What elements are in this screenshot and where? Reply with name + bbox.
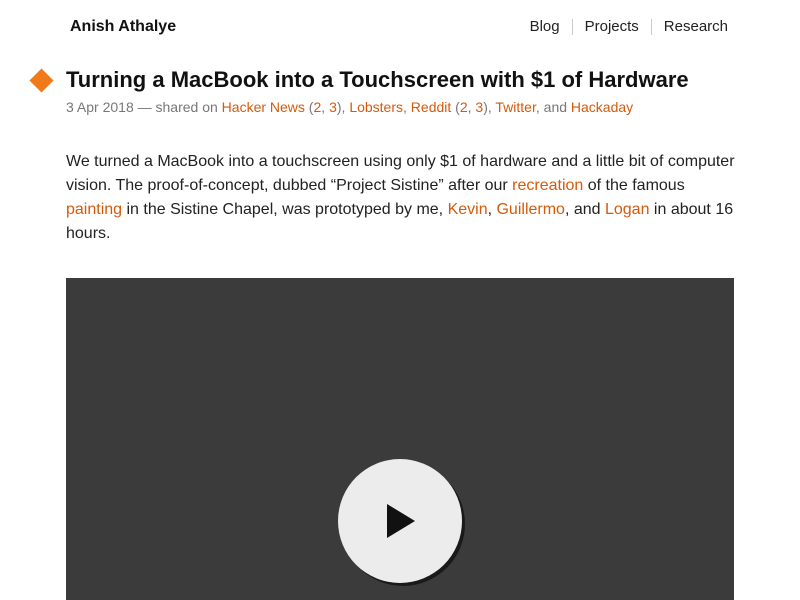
and-text: , and [535,99,571,115]
nav-blog[interactable]: Blog [518,19,572,35]
site-title-link[interactable]: Anish Athalye [70,18,176,36]
painting-link[interactable]: painting [66,201,122,218]
recreation-link[interactable]: recreation [512,177,583,194]
hacker-news-link-3[interactable]: 3 [329,99,337,115]
reddit-link-2[interactable]: 2 [460,99,468,115]
lobsters-link[interactable]: Lobsters [349,99,403,115]
play-button[interactable] [338,459,462,583]
site-header: Anish Athalye Blog Projects Research [0,0,800,56]
nav-research[interactable]: Research [650,19,740,35]
play-icon [387,504,415,538]
reddit-link-3[interactable]: 3 [475,99,483,115]
intro-text-3: in the Sistine Chapel, was prototyped by… [122,201,448,218]
main-nav: Blog Projects Research [518,19,740,35]
hacker-news-link-2[interactable]: 2 [313,99,321,115]
nav-projects[interactable]: Projects [571,19,651,35]
reddit-link[interactable]: Reddit [411,99,451,115]
video-player[interactable] [66,278,734,600]
intro-and: , and [564,201,605,218]
intro-paragraph: We turned a MacBook into a touchscreen u… [66,150,736,246]
post-title: Turning a MacBook into a Touchscreen wit… [66,67,689,92]
kevin-link[interactable]: Kevin [448,201,488,218]
guillermo-link[interactable]: Guillermo [496,201,564,218]
hacker-news-link[interactable]: Hacker News [222,99,305,115]
logan-link[interactable]: Logan [605,201,650,218]
intro-text-2: of the famous [583,177,685,194]
orange-diamond-icon [29,68,54,93]
twitter-link[interactable]: Twitter [495,99,535,115]
post-date: 3 Apr 2018 [66,99,134,115]
shared-on-text: — shared on [133,99,222,115]
post-meta: 3 Apr 2018 — shared on Hacker News (2, 3… [66,99,634,115]
hackaday-link[interactable]: Hackaday [571,99,633,115]
